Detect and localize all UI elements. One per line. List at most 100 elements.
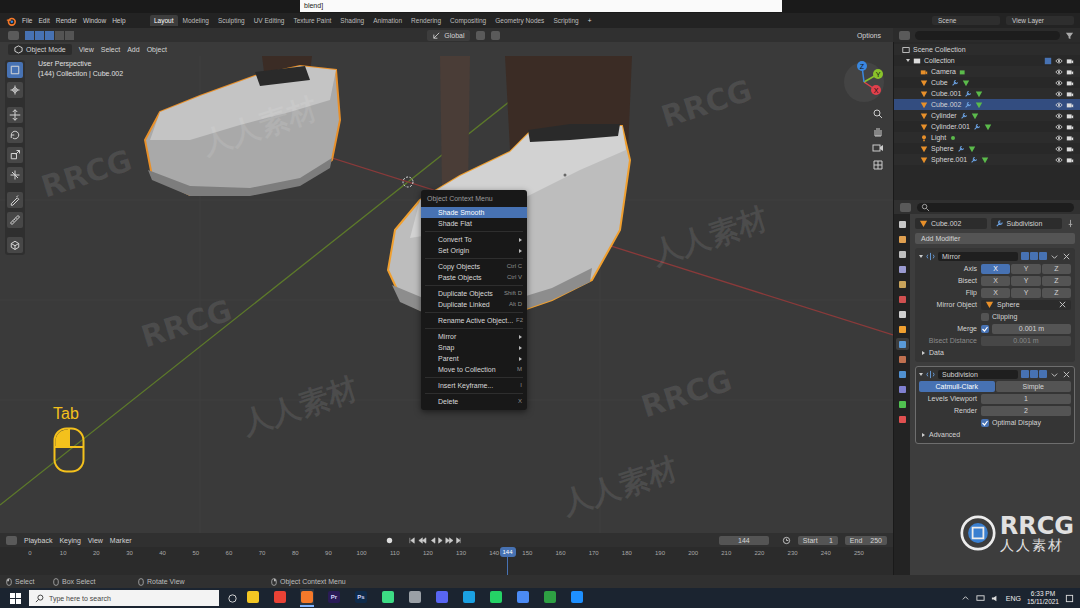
properties-tab[interactable] (896, 308, 909, 320)
dropdown-icon[interactable] (1050, 252, 1059, 261)
mesh-data-icon[interactable] (975, 90, 983, 98)
add-workspace-button[interactable]: + (584, 15, 596, 26)
add-modifier-dropdown[interactable]: Add Modifier (915, 233, 1075, 244)
taskbar-app[interactable] (462, 589, 476, 607)
taskbar-app[interactable] (300, 589, 314, 607)
tool-button[interactable] (7, 192, 23, 208)
outliner-row[interactable]: Cylinder (894, 110, 1080, 121)
workspace-tab[interactable]: Compositing (446, 15, 490, 26)
pin-icon[interactable] (1066, 219, 1075, 228)
transform-orientation[interactable]: Global (427, 30, 469, 41)
network-icon[interactable] (976, 594, 985, 603)
workspace-tab[interactable]: Sculpting (214, 15, 249, 26)
menu-item[interactable]: Duplicate Objects Shift D (421, 288, 527, 299)
properties-tab[interactable] (896, 233, 909, 245)
tool-button[interactable] (7, 107, 23, 123)
properties-tab[interactable] (896, 383, 909, 395)
render-camera-icon[interactable] (1066, 112, 1074, 120)
render-camera-icon[interactable] (1066, 156, 1074, 164)
checkbox[interactable]: Clipping (981, 313, 1071, 321)
pivot-icon[interactable] (476, 31, 485, 40)
menu-item[interactable]: Paste Objects Ctrl V (421, 272, 527, 283)
workspace-tab[interactable]: Modeling (179, 15, 213, 26)
properties-tab[interactable] (896, 338, 909, 350)
subpanel-header[interactable]: Advanced (919, 429, 1071, 440)
tool-button[interactable] (7, 82, 23, 98)
workspace-tab[interactable]: UV Editing (250, 15, 289, 26)
viewport-menu[interactable]: Select (101, 46, 120, 53)
render-camera-icon[interactable] (1066, 134, 1074, 142)
properties-search[interactable] (917, 203, 1074, 212)
render-camera-icon[interactable] (1066, 57, 1074, 65)
current-frame-field[interactable]: 144 (719, 536, 769, 545)
snap-icon[interactable] (491, 31, 500, 40)
notification-icon[interactable] (1065, 594, 1074, 603)
outliner-row[interactable]: Cube.002 (894, 99, 1080, 110)
end-frame-field[interactable]: End250 (845, 536, 887, 545)
properties-tab[interactable] (896, 278, 909, 290)
properties-tab[interactable] (896, 248, 909, 260)
options-dropdown[interactable]: Options (853, 31, 885, 40)
timeline-menu[interactable]: Marker (110, 537, 132, 544)
value-field[interactable]: 2 (981, 406, 1071, 416)
timeline-menu[interactable]: Keying (59, 537, 80, 544)
modifier-icon[interactable] (973, 123, 981, 131)
checkbox-icon[interactable] (1044, 57, 1052, 65)
outliner-row[interactable]: Cube (894, 77, 1080, 88)
dropdown-icon[interactable] (1050, 370, 1059, 379)
left-shoe[interactable] (145, 66, 340, 196)
axis-toggle[interactable]: X (981, 276, 1010, 286)
modifier-header[interactable]: Subdivision (919, 368, 1071, 380)
eye-icon[interactable] (1055, 145, 1063, 153)
menu-item[interactable]: Mirror (421, 331, 527, 342)
3d-viewport[interactable]: Object Mode ViewSelectAddObject RRCG人人素材… (0, 42, 893, 533)
top-menu-item[interactable]: Edit (38, 17, 49, 24)
3d-cursor-icon[interactable] (403, 177, 413, 187)
modifier-icon[interactable] (964, 90, 972, 98)
axis-toggle[interactable]: Y (1011, 276, 1040, 286)
axis-toggle[interactable]: Y (1011, 264, 1040, 274)
modifier-name-field[interactable]: Mirror (938, 252, 1018, 261)
clock[interactable]: 6:33 PM15/11/2021 (1027, 590, 1059, 606)
properties-tab[interactable] (896, 368, 909, 380)
top-menu-item[interactable]: Help (112, 17, 125, 24)
viewport-menu[interactable]: Object (147, 46, 167, 53)
properties-tab[interactable] (896, 323, 909, 335)
camera-data-icon[interactable] (959, 68, 967, 76)
taskbar-app[interactable] (570, 589, 584, 607)
taskbar-app[interactable] (435, 589, 449, 607)
taskbar-search[interactable]: Type here to search (29, 590, 219, 606)
menu-item[interactable]: Shade Smooth (421, 207, 527, 218)
checkbox[interactable]: Optimal Display (981, 419, 1071, 427)
grid-icon[interactable] (872, 159, 884, 171)
timeline-menu[interactable]: Playback (24, 537, 52, 544)
light-data-icon[interactable] (949, 134, 957, 142)
taskbar-app[interactable] (489, 589, 503, 607)
eye-icon[interactable] (1055, 101, 1063, 109)
value-field[interactable]: 0.001 m (992, 324, 1071, 334)
render-camera-icon[interactable] (1066, 68, 1074, 76)
workspace-tab[interactable]: Layout (150, 15, 178, 26)
mesh-data-icon[interactable] (984, 123, 992, 131)
modifier-icon[interactable] (957, 145, 965, 153)
outliner-row[interactable]: Cylinder.001 (894, 121, 1080, 132)
eye-icon[interactable] (1055, 134, 1063, 142)
outliner-search[interactable] (915, 31, 1060, 40)
axis-toggle[interactable]: X (981, 288, 1010, 298)
mesh-data-icon[interactable] (968, 145, 976, 153)
outliner-row[interactable]: Sphere.001 (894, 154, 1080, 165)
outliner-row[interactable]: Cube.001 (894, 88, 1080, 99)
editor-type-icon[interactable] (8, 31, 19, 40)
menu-item[interactable]: Delete X (421, 396, 527, 407)
navigation-gizmo[interactable]: XYZ (842, 60, 886, 104)
taskbar-app[interactable]: Pr (327, 589, 341, 607)
clear-icon[interactable] (1058, 300, 1067, 309)
properties-tab[interactable] (896, 353, 909, 365)
outliner-type-icon[interactable] (899, 31, 910, 40)
eye-icon[interactable] (1055, 79, 1063, 87)
viewport-menu[interactable]: Add (127, 46, 139, 53)
workspace-tab[interactable]: Texture Paint (289, 15, 335, 26)
modifier-icon[interactable] (970, 156, 978, 164)
properties-tab[interactable] (896, 293, 909, 305)
outliner-row[interactable]: Collection (894, 55, 1080, 66)
